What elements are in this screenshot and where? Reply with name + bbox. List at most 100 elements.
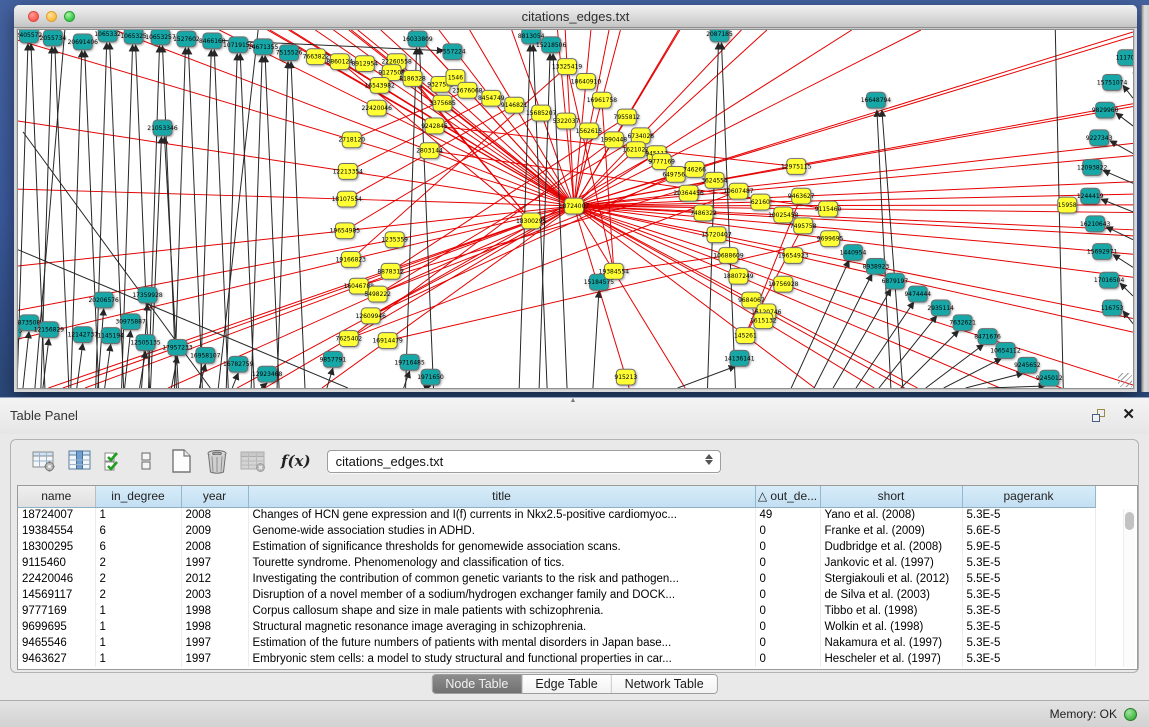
table-cell[interactable]: Jankovic et al. (1997) — [820, 555, 962, 571]
graph-node[interactable]: 8860124 — [327, 54, 354, 70]
table-cell[interactable]: 5.3E-5 — [962, 619, 1095, 635]
table-cell[interactable]: Investigating the contribution of common… — [248, 571, 755, 587]
table-cell[interactable]: 0 — [755, 587, 820, 603]
column-header-in_degree[interactable]: in_degree — [95, 486, 181, 507]
network-view[interactable]: 2405572205573420691406106533210653251065… — [17, 29, 1134, 389]
graph-node[interactable]: 1615132 — [750, 313, 777, 329]
merge-rows-icon[interactable] — [139, 448, 153, 474]
graph-node[interactable]: 5322037 — [553, 113, 580, 129]
graph-node[interactable]: 7557224 — [439, 44, 466, 60]
graph-node[interactable]: 9699695 — [817, 231, 844, 247]
graph-node[interactable]: 2055734 — [40, 30, 67, 46]
graph-node[interactable]: 12093822 — [1077, 160, 1108, 176]
graph-node[interactable]: 9242845 — [421, 118, 448, 134]
delete-table-icon-disabled[interactable] — [239, 448, 267, 474]
table-cell[interactable]: 5.3E-5 — [962, 507, 1095, 523]
tab-node-table[interactable]: Node Table — [432, 675, 522, 693]
column-header-name[interactable]: name — [18, 486, 95, 507]
graph-edge[interactable] — [277, 62, 288, 388]
table-cell[interactable]: 2008 — [181, 539, 248, 555]
column-header-short[interactable]: short — [820, 486, 962, 507]
graph-node[interactable]: 7625402 — [336, 331, 363, 347]
graph-edge[interactable] — [574, 206, 1133, 319]
graph-node[interactable]: 9245652 — [1014, 357, 1041, 373]
table-cell[interactable]: Hescheler et al. (1997) — [820, 651, 962, 667]
table-cell[interactable]: Estimation of the future numbers of pati… — [248, 635, 755, 651]
graph-node[interactable]: 21053346 — [147, 120, 178, 136]
table-cell[interactable]: 2 — [95, 571, 181, 587]
table-cell[interactable]: Changes of HCN gene expression and I(f) … — [248, 507, 755, 523]
table-row[interactable]: 946554611997Estimation of the future num… — [18, 635, 1095, 651]
tab-edge-table[interactable]: Edge Table — [522, 675, 611, 693]
window-titlebar[interactable]: citations_edges.txt — [14, 5, 1137, 28]
graph-edge[interactable] — [425, 386, 431, 388]
table-row[interactable]: 946362711997Embryonic stem cells: a mode… — [18, 651, 1095, 667]
graph-node[interactable]: 7486322 — [690, 205, 717, 221]
table-row[interactable]: 1830029562008Estimation of significance … — [18, 539, 1095, 555]
graph-node[interactable]: 2718120 — [339, 132, 366, 148]
select-rows-check-icon[interactable] — [103, 448, 125, 474]
trash-icon[interactable] — [203, 447, 231, 475]
graph-node[interactable]: 2935114 — [927, 300, 954, 316]
minimize-window-button[interactable] — [46, 11, 57, 22]
panel-splitter-grip[interactable]: ▲ — [566, 398, 580, 403]
table-cell[interactable]: 6 — [95, 523, 181, 539]
graph-edge[interactable] — [251, 56, 262, 388]
table-row[interactable]: 1938455462009Genome-wide association stu… — [18, 523, 1095, 539]
graph-edge[interactable] — [371, 154, 657, 316]
graph-edge[interactable] — [574, 206, 1133, 385]
graph-node[interactable]: 915213 — [614, 369, 637, 385]
graph-node[interactable]: 10688609 — [713, 248, 744, 264]
graph-edge[interactable] — [1106, 227, 1133, 240]
graph-node[interactable]: 15692971 — [1087, 244, 1118, 260]
table-cell[interactable]: 1 — [95, 619, 181, 635]
graph-edge[interactable] — [1120, 283, 1133, 296]
graph-node[interactable]: 6879197 — [882, 273, 909, 289]
graph-edge[interactable] — [1103, 170, 1133, 183]
table-cell[interactable]: 0 — [755, 555, 820, 571]
memory-status-indicator[interactable] — [1124, 708, 1137, 721]
table-cell[interactable]: 18300295 — [18, 539, 95, 555]
table-cell[interactable]: 5.5E-5 — [962, 571, 1095, 587]
tab-network-table[interactable]: Network Table — [612, 675, 717, 693]
graph-node[interactable]: 15751074 — [1097, 75, 1128, 91]
graph-node[interactable]: 1440954 — [840, 245, 867, 261]
graph-node[interactable]: 9829960 — [1092, 102, 1119, 118]
graph-edge[interactable] — [791, 260, 849, 388]
graph-edge[interactable] — [1113, 254, 1133, 267]
graph-node[interactable]: 1244419 — [1077, 188, 1104, 204]
graph-edge[interactable] — [574, 206, 685, 388]
graph-node[interactable]: 116753 — [1101, 300, 1124, 316]
table-cell[interactable]: 1 — [95, 651, 181, 667]
graph-node[interactable]: 17957233 — [162, 340, 193, 356]
table-cell[interactable]: Embryonic stem cells: a model to study s… — [248, 651, 755, 667]
graph-node[interactable]: 111702 — [1116, 50, 1133, 66]
graph-edge[interactable] — [574, 194, 1133, 206]
table-cell[interactable]: 1 — [95, 603, 181, 619]
graph-node[interactable]: 1990448 — [601, 132, 628, 148]
graph-node[interactable]: 7632621 — [949, 315, 976, 331]
graph-node[interactable]: 16648794 — [861, 92, 892, 108]
graph-node[interactable]: 14136141 — [724, 350, 755, 366]
table-scrollbar[interactable] — [1123, 509, 1135, 667]
table-row[interactable]: 969969511998Structural magnetic resonanc… — [18, 619, 1095, 635]
table-cell[interactable]: 5.6E-5 — [962, 523, 1095, 539]
graph-node[interactable]: 5498222 — [364, 286, 391, 302]
table-row[interactable]: 1456911722003Disruption of a novel membe… — [18, 587, 1095, 603]
graph-node[interactable]: 15958 — [1058, 197, 1077, 213]
table-cell[interactable]: 0 — [755, 523, 820, 539]
graph-node[interactable]: 19756928 — [768, 276, 799, 292]
graph-node[interactable]: 8466160 — [199, 33, 226, 49]
table-row[interactable]: 977716911998Corpus callosum shape and si… — [18, 603, 1095, 619]
table-cell[interactable]: 1 — [95, 507, 181, 523]
graph-edge[interactable] — [1116, 113, 1133, 126]
table-cell[interactable]: 2 — [95, 587, 181, 603]
graph-node[interactable]: 8912954 — [351, 56, 378, 72]
table-cell[interactable]: 5.3E-5 — [962, 555, 1095, 571]
graph-edge[interactable] — [574, 206, 1133, 236]
table-cell[interactable]: 0 — [755, 651, 820, 667]
table-cell[interactable]: Stergiakouli et al. (2012) — [820, 571, 962, 587]
graph-node[interactable]: 9463627 — [788, 188, 815, 204]
graph-node[interactable]: 2803144 — [416, 143, 443, 159]
table-cell[interactable]: 1998 — [181, 603, 248, 619]
